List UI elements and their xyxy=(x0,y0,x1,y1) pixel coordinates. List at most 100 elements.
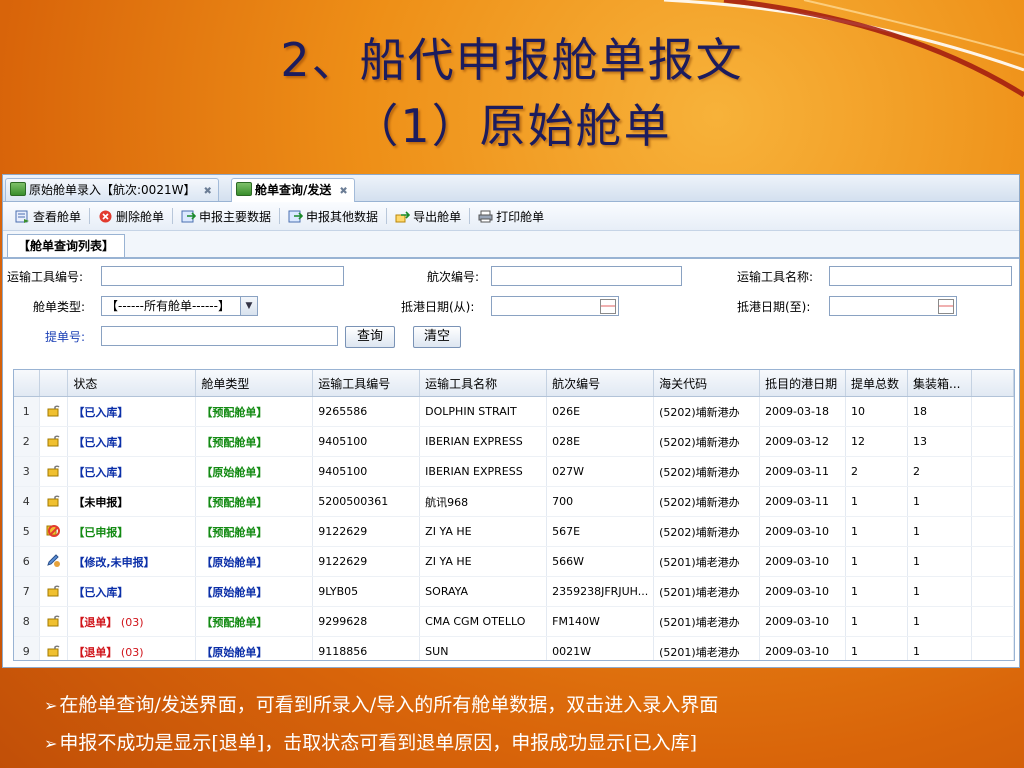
status-badge[interactable]: 【退单】 xyxy=(73,646,117,659)
status-badge[interactable]: 【已入库】 xyxy=(73,436,128,449)
table-row[interactable]: 8 【退单】 (03) 【预配舱单】 9299628 CMA CGM OTELLO FM1… xyxy=(14,606,1014,637)
arrive-date-to-input[interactable] xyxy=(829,296,957,316)
status-badge[interactable]: 【未申报】 xyxy=(73,496,128,509)
transport-name-input[interactable] xyxy=(829,266,1012,286)
calendar-icon[interactable] xyxy=(938,299,954,314)
column-header-status[interactable]: 状态 xyxy=(67,370,197,397)
lock-icon[interactable] xyxy=(39,456,69,487)
table-row[interactable]: 7 【已入库】 【原始舱单】 9LYB05 SORAYA 2359238JFRJUH..… xyxy=(14,576,1014,607)
status-cell[interactable]: 【已入库】 xyxy=(67,396,197,427)
status-cell[interactable]: 【修改,未申报】 xyxy=(67,546,197,577)
tab-manifest-query-list[interactable]: 【舱单查询列表】 xyxy=(7,234,126,257)
tab-manifest-query-send[interactable]: 舱单查询/发送 ✖ xyxy=(231,178,355,202)
lock-icon[interactable] xyxy=(39,486,69,517)
transport-name-cell: IBERIAN EXPRESS xyxy=(419,426,548,457)
close-icon[interactable]: ✖ xyxy=(339,181,347,203)
column-header-transport-name[interactable]: 运输工具名称 xyxy=(419,370,548,397)
arrival-date-cell: 2009-03-12 xyxy=(759,426,847,457)
print-manifest-button[interactable]: 打印舱单 xyxy=(472,205,550,227)
status-badge[interactable]: 【已入库】 xyxy=(73,466,128,479)
close-icon[interactable]: ✖ xyxy=(203,181,211,203)
transport-no-cell: 5200500361 xyxy=(312,486,421,517)
transport-no-cell: 9118856 xyxy=(312,636,421,660)
arrival-date-cell: 2009-03-18 xyxy=(759,396,847,427)
table-row[interactable]: 6 【修改,未申报】 【原始舱单】 9122629 ZI YA HE 566W (5201… xyxy=(14,546,1014,577)
declare-other-data-button[interactable]: 申报其他数据 xyxy=(282,205,384,227)
arrival-date-cell: 2009-03-11 xyxy=(759,486,847,517)
transport-no-input[interactable] xyxy=(101,266,344,286)
column-header-icon xyxy=(39,370,69,397)
arrive-date-from-input[interactable] xyxy=(491,296,619,316)
row-number: 3 xyxy=(14,456,41,487)
status-cell[interactable]: 【退单】 (03) xyxy=(67,636,197,660)
transport-no-cell: 9LYB05 xyxy=(312,576,421,607)
column-header-transport-no[interactable]: 运输工具编号 xyxy=(312,370,421,397)
table-row[interactable]: 5 【已申报】 【预配舱单】 9122629 ZI YA HE 567E (5202)埔新… xyxy=(14,516,1014,547)
view-manifest-button[interactable]: 查看舱单 xyxy=(9,205,87,227)
status-badge[interactable]: 【已入库】 xyxy=(73,586,128,599)
manifest-type-cell: 【原始舱单】 xyxy=(195,636,314,660)
bill-no-input[interactable] xyxy=(101,326,338,346)
bill-count-cell: 12 xyxy=(845,426,909,457)
column-header-customs-code[interactable]: 海关代码 xyxy=(653,370,761,397)
voyage-cell: FM140W xyxy=(546,606,655,637)
lock-icon[interactable] xyxy=(39,636,69,660)
column-header-bill-count[interactable]: 提单总数 xyxy=(845,370,909,397)
status-code: (03) xyxy=(120,645,144,659)
voyage-cell: 566W xyxy=(546,546,655,577)
table-row[interactable]: 3 【已入库】 【原始舱单】 9405100 IBERIAN EXPRESS 027W(… xyxy=(14,456,1014,487)
column-header-manifest-type[interactable]: 舱单类型 xyxy=(195,370,314,397)
container-count-cell: 1 xyxy=(907,606,972,637)
status-cell[interactable]: 【已入库】 xyxy=(67,576,197,607)
status-cell[interactable]: 【已申报】 xyxy=(67,516,197,547)
column-header-container-count[interactable]: 集装箱... xyxy=(907,370,972,397)
manifest-type-value: 【预配舱单】 xyxy=(201,525,268,539)
bill-count-cell: 1 xyxy=(845,516,909,547)
forbidden-icon[interactable] xyxy=(39,516,69,547)
status-cell[interactable]: 【未申报】 xyxy=(67,486,197,517)
status-cell[interactable]: 【退单】 (03) xyxy=(67,606,197,637)
column-header-arrival-date[interactable]: 抵目的港日期 xyxy=(759,370,847,397)
export-manifest-button[interactable]: 导出舱单 xyxy=(389,205,467,227)
lock-icon[interactable] xyxy=(39,426,69,457)
edit-icon[interactable] xyxy=(39,546,69,577)
status-badge[interactable]: 【已入库】 xyxy=(73,406,128,419)
delete-manifest-label: 删除舱单 xyxy=(116,209,165,224)
manifest-type-cell: 【预配舱单】 xyxy=(195,396,314,427)
manifest-type-value: 【原始舱单】 xyxy=(201,645,268,659)
table-row[interactable]: 9 【退单】 (03) 【原始舱单】 9118856 SUN 0021W (5201)埔老港… xyxy=(14,636,1014,660)
status-badge[interactable]: 【退单】 xyxy=(73,616,117,629)
status-cell[interactable]: 【已入库】 xyxy=(67,426,197,457)
tab-original-manifest-entry[interactable]: 原始舱单录入【航次:0021W】 ✖ xyxy=(5,178,219,201)
filler-cell xyxy=(971,576,1014,607)
toolbar-divider xyxy=(279,208,281,224)
bill-count-cell: 1 xyxy=(845,486,909,517)
chevron-down-icon[interactable]: ▼ xyxy=(240,297,257,315)
table-row[interactable]: 4 【未申报】 【预配舱单】 5200500361 航讯968 700 (5202)埔新港… xyxy=(14,486,1014,517)
row-number: 1 xyxy=(14,396,41,427)
lock-icon[interactable] xyxy=(39,606,69,637)
status-badge[interactable]: 【已申报】 xyxy=(73,526,128,539)
voyage-no-input[interactable] xyxy=(491,266,682,286)
clear-button[interactable]: 清空 xyxy=(413,326,461,348)
status-cell[interactable]: 【已入库】 xyxy=(67,456,197,487)
delete-manifest-button[interactable]: 删除舱单 xyxy=(92,205,170,227)
declare-main-data-button[interactable]: 申报主要数据 xyxy=(175,205,277,227)
column-header-voyage[interactable]: 航次编号 xyxy=(546,370,655,397)
transport-no-cell: 9265586 xyxy=(312,396,421,427)
row-number: 8 xyxy=(14,606,41,637)
table-row[interactable]: 1 【已入库】 【预配舱单】 9265586 DOLPHIN STRAIT 026E (5… xyxy=(14,396,1014,427)
transport-name-cell: SUN xyxy=(419,636,548,660)
table-row[interactable]: 2 【已入库】 【预配舱单】 9405100 IBERIAN EXPRESS 028E(… xyxy=(14,426,1014,457)
bill-count-cell: 1 xyxy=(845,576,909,607)
calendar-icon[interactable] xyxy=(600,299,616,314)
voyage-cell: 567E xyxy=(546,516,655,547)
lock-icon[interactable] xyxy=(39,396,69,427)
manifest-type-select[interactable]: 【------所有舱单------】 ▼ xyxy=(101,296,258,316)
query-button[interactable]: 查询 xyxy=(345,326,395,348)
bullet-item: ➢ 申报不成功是显示[退单]，击取状态可看到退单原因，申报成功显示[已入库] xyxy=(44,726,718,764)
status-badge[interactable]: 【修改,未申报】 xyxy=(73,556,154,569)
lock-icon[interactable] xyxy=(39,576,69,607)
manifest-type-cell: 【预配舱单】 xyxy=(195,426,314,457)
arrow-bullet-icon: ➢ xyxy=(44,734,58,753)
